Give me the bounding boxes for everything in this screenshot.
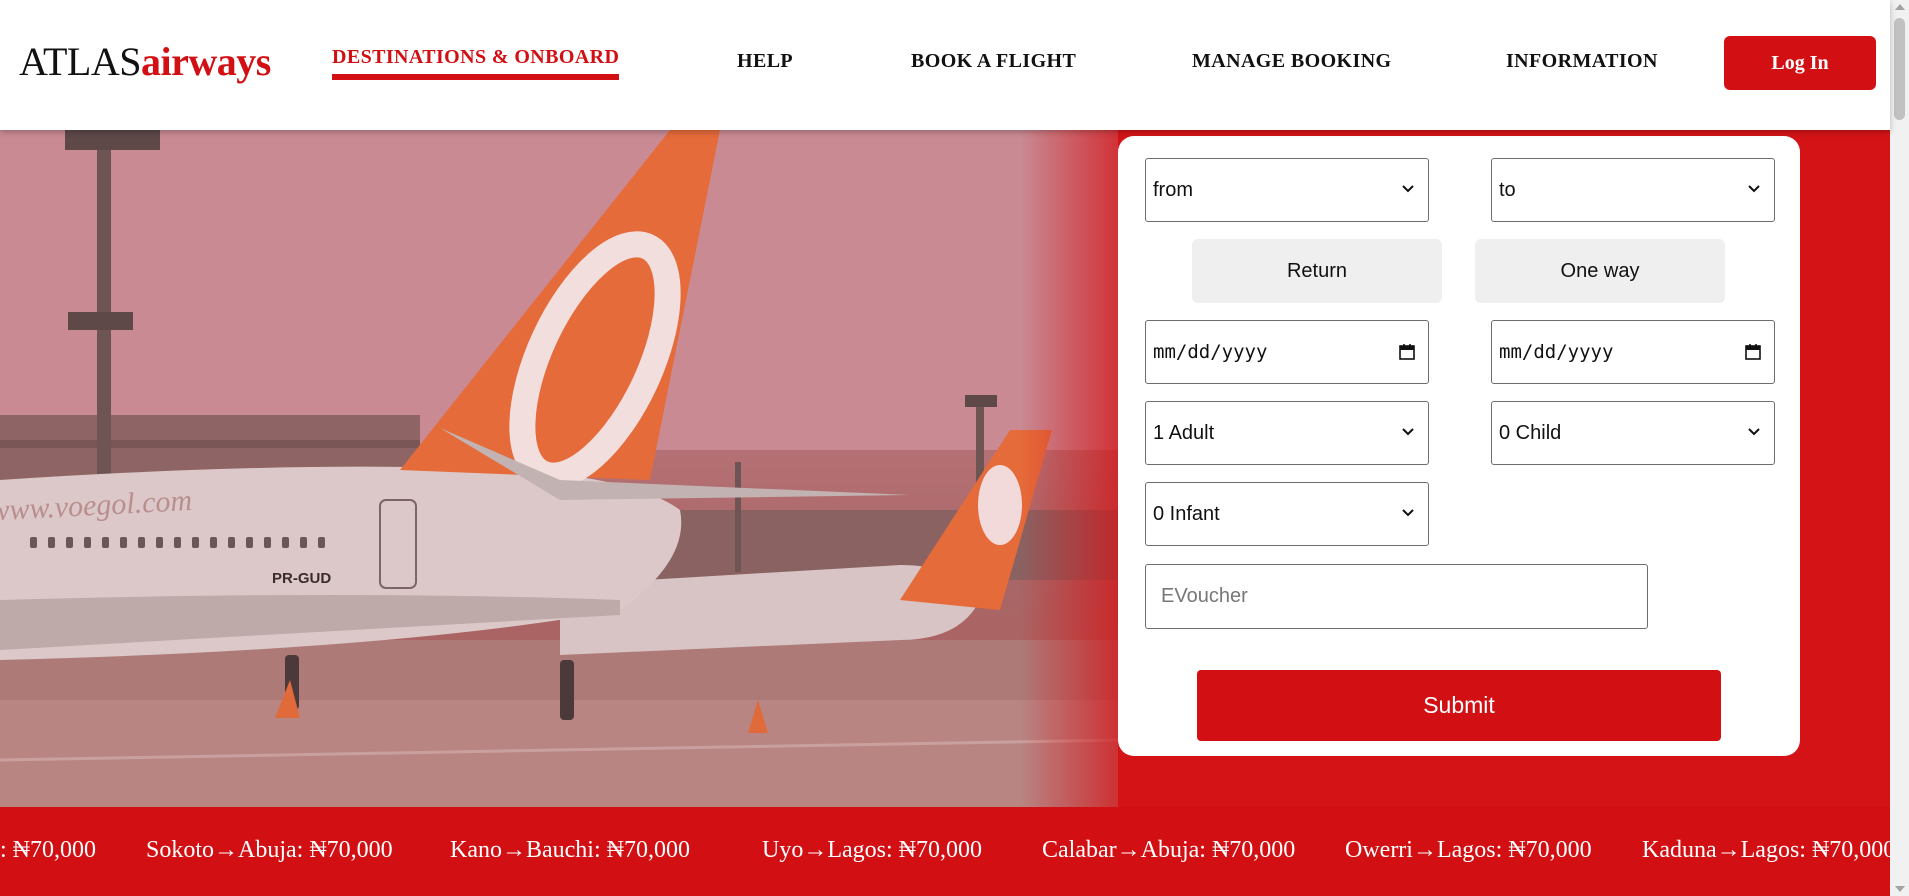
logo-text-bold: airways (140, 39, 271, 84)
from-select-value: from (1153, 178, 1193, 201)
infants-select-value: 0 Infant (1153, 502, 1220, 525)
departure-date-placeholder: mm/dd/yyyy (1153, 341, 1268, 363)
ticker-item[interactable]: Sokoto→Abuja: ₦70,000 (146, 837, 393, 864)
nav-help[interactable]: HELP (737, 50, 793, 73)
scrollbar-thumb[interactable] (1894, 18, 1905, 120)
nav-active-underline (332, 74, 619, 80)
ticker-item[interactable]: : ₦70,000 (0, 837, 96, 864)
to-select[interactable]: to (1491, 158, 1775, 222)
fare-ticker: : ₦70,000 Sokoto→Abuja: ₦70,000 Kano→Bau… (0, 807, 1890, 896)
return-date-input[interactable]: mm/dd/yyyy (1491, 320, 1775, 384)
chevron-down-icon (1748, 428, 1760, 436)
site-header: ATLASairways DESTINATIONS & ONBOARD HELP… (0, 0, 1890, 130)
children-select-value: 0 Child (1499, 421, 1562, 444)
nav-information[interactable]: INFORMATION (1506, 50, 1658, 73)
atlas-airways-logo[interactable]: ATLASairways (19, 38, 271, 86)
nav-manage-booking[interactable]: MANAGE BOOKING (1192, 50, 1392, 73)
evoucher-placeholder: EVoucher (1161, 585, 1248, 607)
logo-text-light: ATLAS (19, 39, 141, 84)
children-select[interactable]: 0 Child (1491, 401, 1775, 465)
flight-booking-form: from to Return One way mm/dd/yyyy mm/dd/… (1118, 136, 1800, 756)
aircraft-registration-text: PR-GUD (272, 570, 331, 587)
from-select[interactable]: from (1145, 158, 1429, 222)
nav-book-a-flight[interactable]: BOOK A FLIGHT (911, 50, 1076, 73)
chevron-down-icon (1402, 428, 1414, 436)
evoucher-input[interactable]: EVoucher (1145, 564, 1648, 629)
page-scrollbar[interactable] (1890, 0, 1909, 896)
departure-date-input[interactable]: mm/dd/yyyy (1145, 320, 1429, 384)
chevron-down-icon (1402, 185, 1414, 193)
scroll-down-arrow-icon[interactable] (1895, 886, 1905, 892)
ticker-item[interactable]: Uyo→Lagos: ₦70,000 (762, 837, 982, 864)
chevron-down-icon (1748, 185, 1760, 193)
chevron-down-icon (1402, 509, 1414, 517)
adults-select[interactable]: 1 Adult (1145, 401, 1429, 465)
adults-select-value: 1 Adult (1153, 421, 1215, 444)
ticker-item[interactable]: Owerri→Lagos: ₦70,000 (1345, 837, 1592, 864)
submit-button[interactable]: Submit (1197, 670, 1721, 741)
calendar-icon[interactable] (1398, 343, 1416, 361)
to-select-value: to (1499, 178, 1516, 201)
calendar-icon[interactable] (1744, 343, 1762, 361)
scroll-up-arrow-icon[interactable] (1895, 4, 1905, 10)
ticker-item[interactable]: Kaduna→Lagos: ₦70,000 (1642, 837, 1890, 864)
infants-select[interactable]: 0 Infant (1145, 482, 1429, 546)
ticker-item[interactable]: Calabar→Abuja: ₦70,000 (1042, 837, 1295, 864)
return-trip-button[interactable]: Return (1192, 239, 1442, 303)
nav-destinations-onboard[interactable]: DESTINATIONS & ONBOARD (332, 46, 619, 69)
return-date-placeholder: mm/dd/yyyy (1499, 341, 1614, 363)
ticker-item[interactable]: Kano→Bauchi: ₦70,000 (450, 837, 690, 864)
one-way-trip-button[interactable]: One way (1475, 239, 1725, 303)
login-button[interactable]: Log In (1724, 36, 1876, 90)
